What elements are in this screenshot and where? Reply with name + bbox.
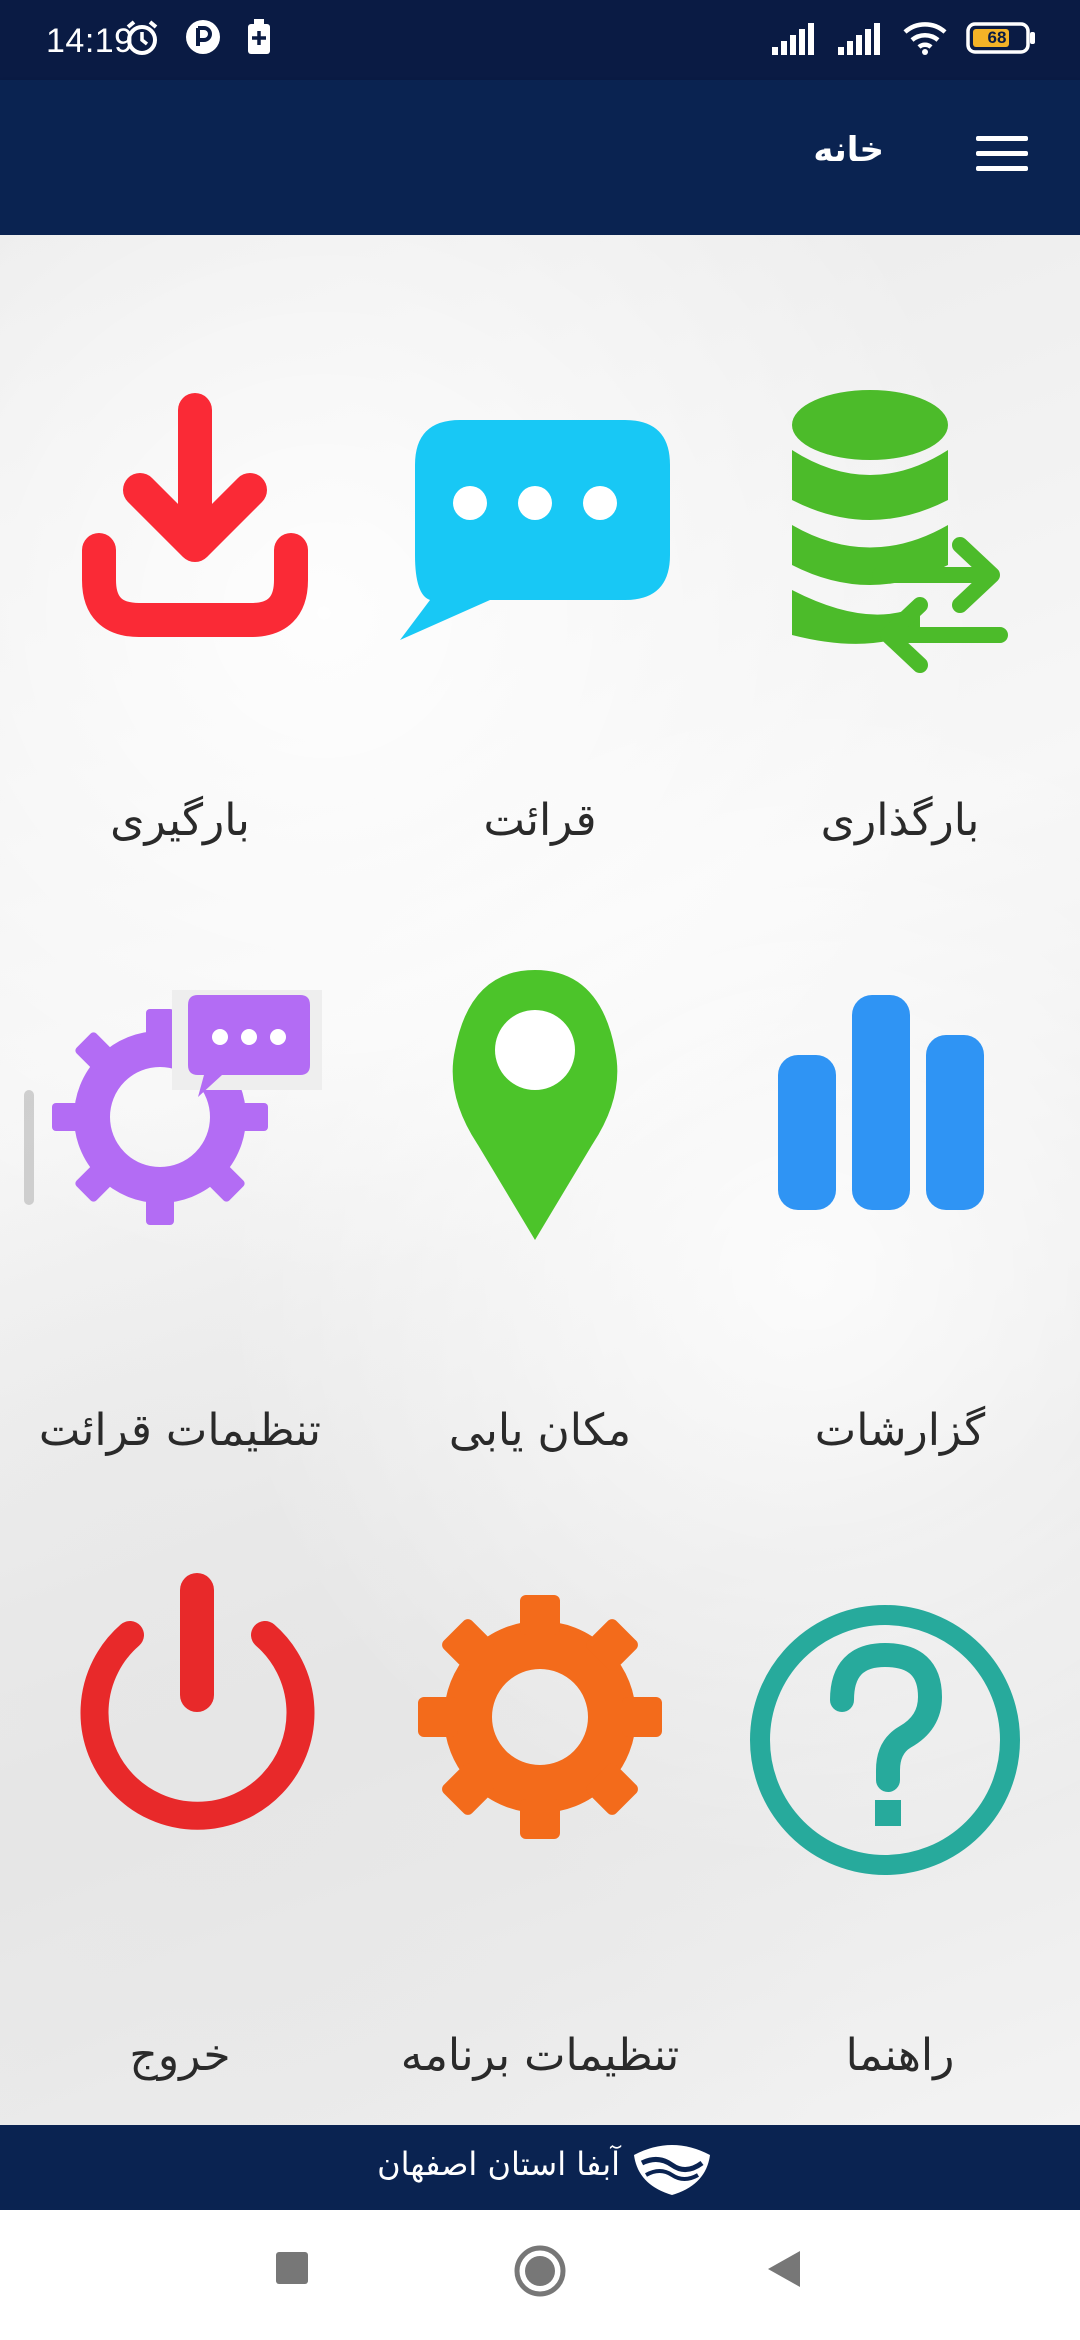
tile-label: تنظیمات قرائت [38, 1405, 322, 1456]
status-left-icons [122, 18, 274, 58]
bar-chart-icon [778, 995, 984, 1210]
tile-label: خروج [129, 2030, 231, 2081]
tile-help[interactable]: راهنما [720, 1455, 1080, 2081]
home-circle-icon [514, 2245, 566, 2297]
alarm-icon [126, 20, 158, 55]
navigation-bar [0, 2210, 1080, 2340]
footer-text: آبفا استان اصفهان [377, 2145, 620, 2183]
menu-button[interactable] [974, 132, 1030, 176]
tile-label: گزارشات [814, 1405, 986, 1456]
chat-bubble-icon [400, 420, 670, 640]
tile-location[interactable]: مکان یابی [360, 845, 720, 1456]
tile-reading-settings[interactable]: تنظیمات قرائت [0, 845, 360, 1456]
recents-button[interactable] [272, 2248, 312, 2292]
tile-upload[interactable]: بارگذاری [720, 235, 1080, 846]
tile-label: بارگذاری [820, 795, 980, 846]
app-notification-icon [186, 20, 220, 54]
help-icon [750, 1605, 1020, 1875]
battery-saver-icon [248, 19, 270, 54]
gear-icon [418, 1595, 662, 1839]
signal-icon [838, 23, 880, 55]
signal-icon [772, 23, 814, 55]
back-triangle-icon [768, 2251, 800, 2287]
status-bar: 14:19 68 [0, 0, 1080, 80]
tile-label: قرائت [483, 795, 597, 846]
power-icon [80, 1573, 315, 1830]
main-content: بارگذاری قرائت بارگیری گزارشات مکان یابی… [0, 235, 1080, 2125]
download-icon [82, 393, 308, 637]
hamburger-menu-icon [976, 136, 1028, 171]
recents-square-icon [276, 2252, 308, 2284]
wifi-icon [903, 22, 947, 55]
tile-reading[interactable]: قرائت [360, 235, 720, 846]
tile-label: بارگیری [110, 795, 250, 846]
water-company-logo-icon [634, 2145, 710, 2195]
tile-label: مکان یابی [448, 1405, 632, 1456]
tile-label: تنظیمات برنامه [400, 2030, 680, 2081]
tile-app-settings[interactable]: تنظیمات برنامه [360, 1455, 720, 2081]
page-title: خانه [813, 130, 884, 170]
tile-exit[interactable]: خروج [0, 1455, 360, 2081]
battery-level: 68 [987, 28, 1007, 47]
gear-chat-icon [52, 990, 322, 1225]
status-right-icons: 68 [770, 20, 1036, 56]
back-button[interactable] [764, 2248, 804, 2294]
location-pin-icon [452, 970, 618, 1240]
tile-label: راهنما [845, 2030, 955, 2081]
battery-icon: 68 [966, 21, 1036, 55]
footer: آبفا استان اصفهان [0, 2125, 1080, 2210]
database-sync-icon [792, 390, 1008, 673]
status-time: 14:19 [46, 22, 134, 60]
app-bar: خانه [0, 80, 1080, 235]
home-button[interactable] [513, 2244, 567, 2302]
tile-reports[interactable]: گزارشات [720, 845, 1080, 1456]
tile-download[interactable]: بارگیری [0, 235, 360, 846]
